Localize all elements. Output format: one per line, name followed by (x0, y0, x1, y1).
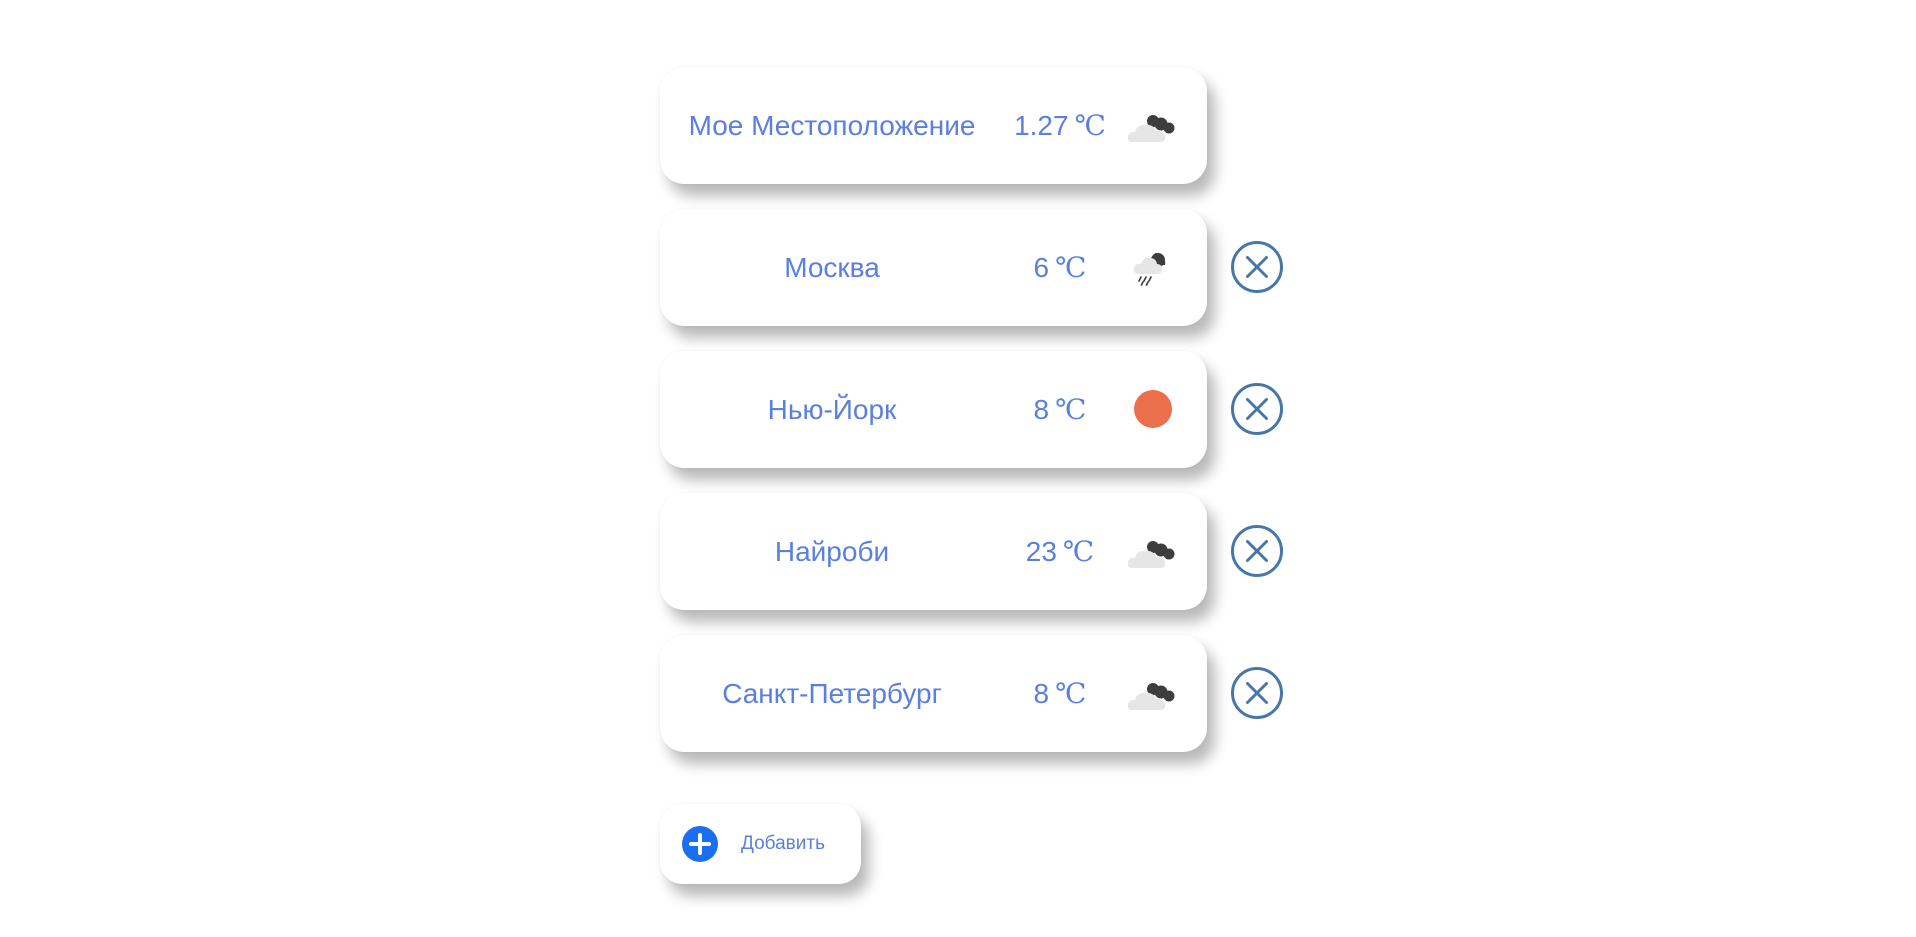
remove-city-button[interactable] (1230, 240, 1284, 294)
city-temperature: 8 ℃ (992, 635, 1128, 752)
add-city-label: Добавить (741, 833, 825, 854)
temperature-value: 1.27 (1014, 110, 1069, 141)
city-row-saint-petersburg: Санкт-Петербург 8 ℃ (660, 635, 1300, 752)
city-row-nairobi: Найроби 23 ℃ (660, 493, 1300, 610)
sun-icon (1134, 390, 1172, 428)
city-temperature: 23 ℃ (992, 493, 1128, 610)
city-name: Москва (784, 252, 880, 283)
remove-city-button[interactable] (1230, 524, 1284, 578)
city-card[interactable]: Санкт-Петербург 8 ℃ (660, 635, 1207, 752)
city-card[interactable]: Нью-Йорк 8 ℃ (660, 351, 1207, 468)
remove-city-button[interactable] (1230, 666, 1284, 720)
city-card[interactable]: Мое Местоположение 1.27 ℃ (660, 67, 1207, 184)
city-name: Санкт-Петербург (722, 678, 942, 709)
city-row-moscow: Москва 6 ℃ (660, 209, 1300, 326)
city-card[interactable]: Москва 6 ℃ (660, 209, 1207, 326)
temperature-unit: ℃ (1055, 395, 1087, 426)
rain-cloud-icon (1133, 252, 1166, 286)
city-name: Мое Местоположение (688, 110, 976, 141)
temperature-unit: ℃ (1062, 537, 1095, 568)
cloudy-icon (1127, 115, 1175, 142)
temperature-unit: ℃ (1055, 679, 1087, 710)
cloudy-icon (1127, 541, 1175, 568)
city-temperature: 6 ℃ (992, 209, 1128, 326)
city-temperature: 1.27 ℃ (992, 67, 1128, 184)
city-temperature: 8 ℃ (992, 351, 1128, 468)
temperature-value: 8 (1033, 394, 1050, 425)
remove-city-button[interactable] (1230, 382, 1284, 436)
temperature-unit: ℃ (1055, 253, 1087, 284)
cloudy-icon (1127, 683, 1175, 710)
temperature-value: 6 (1033, 252, 1050, 283)
city-row-new-york: Нью-Йорк 8 ℃ (660, 351, 1300, 468)
city-row-my-location: Мое Местоположение 1.27 ℃ (660, 67, 1300, 184)
city-name: Найроби (774, 536, 890, 567)
plus-circle-icon (682, 826, 718, 862)
temperature-unit: ℃ (1074, 111, 1106, 142)
city-list: Мое Местоположение 1.27 ℃ Москва 6 ℃ Нью… (660, 67, 1300, 777)
city-card[interactable]: Найроби 23 ℃ (660, 493, 1207, 610)
city-name: Нью-Йорк (767, 394, 897, 425)
temperature-value: 23 (1025, 536, 1057, 567)
add-city-button[interactable]: Добавить (660, 804, 861, 884)
temperature-value: 8 (1033, 678, 1050, 709)
